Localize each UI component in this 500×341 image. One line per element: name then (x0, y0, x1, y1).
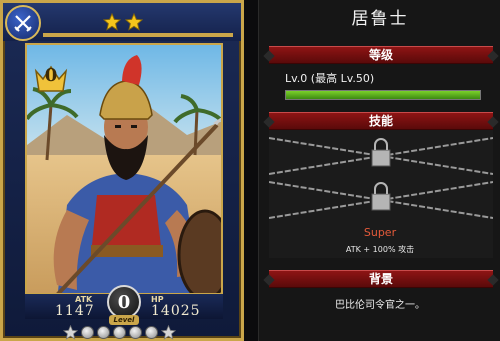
level-progress-bar (285, 90, 481, 100)
star-icon (103, 13, 121, 31)
skill-description: ATK + 100% 攻击 (345, 245, 415, 254)
rarity-stars (103, 13, 143, 31)
level-badge: 0 (107, 285, 141, 319)
evolution-pip (113, 326, 126, 339)
evolution-pip (97, 326, 110, 339)
grade-section-header: 等级 (269, 46, 493, 64)
skill-name: Super (363, 226, 397, 239)
evolution-pip (81, 326, 94, 339)
level-progress-fill (286, 91, 480, 99)
star-outline-icon (161, 325, 176, 340)
level-text: Lv.0 (最高 Lv.50) (285, 72, 375, 85)
evolution-pip (129, 326, 142, 339)
hero-card[interactable]: 0 ATK 1147 HP 14025 0 Level (0, 0, 244, 341)
evolution-row (63, 325, 176, 340)
crossed-swords-icon (14, 15, 32, 32)
star-outline-icon (63, 325, 78, 340)
evolution-pip (145, 326, 158, 339)
atk-value: 1147 (55, 303, 95, 319)
card-top-trim (43, 33, 233, 37)
star-icon (125, 13, 143, 31)
hero-info-panel: 居鲁士 等级 Lv.0 (最高 Lv.50) 技能 Super ATK + 10… (258, 0, 500, 341)
background-text: 巴比伦司令官之一。 (335, 300, 425, 311)
background-section-header: 背景 (269, 270, 493, 288)
rarity-number: 0 (44, 65, 58, 86)
hp-value: 14025 (151, 303, 201, 319)
level-label: Level (109, 315, 139, 325)
hero-name: 居鲁士 (351, 9, 409, 29)
class-badge (5, 5, 41, 41)
skill-section-header: 技能 (269, 112, 493, 130)
